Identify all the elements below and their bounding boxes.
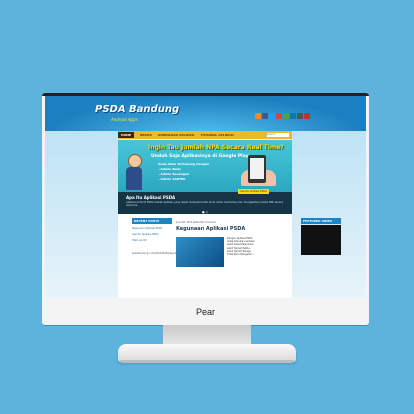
banner-line: ~Admin Balai: [158, 167, 181, 171]
monitor-chin: Pear: [42, 298, 369, 325]
sidebar-link[interactable]: Apa Itu Aplikasi PSDA: [132, 233, 172, 236]
sidebar-link[interactable]: Hello world!: [132, 239, 172, 242]
post-thumbnail[interactable]: [176, 237, 224, 267]
sidebar-link[interactable]: Keguanan Aplikasi PSDA: [132, 227, 172, 230]
banner-line: Anda Akan Terhubung Dengan: [158, 162, 210, 166]
sidebar-right: FEATURED VIDEO: [301, 218, 341, 255]
monitor-stand-edge: [120, 360, 294, 363]
blog-post: June 9th, 2016 Default No Comment Keguna…: [176, 221, 256, 267]
banner-button[interactable]: Apa Itu Aplikasi PSDA: [238, 189, 269, 194]
twitter-icon[interactable]: [269, 113, 275, 119]
sidebar-header: FEATURED VIDEO: [301, 218, 341, 224]
mail-icon[interactable]: [304, 113, 310, 119]
social-icons: [255, 113, 310, 119]
banner-title: Ingin Tau Jumlah NPA Secara Real Time?: [148, 144, 284, 151]
banner-line: ~Admin Keuangan: [158, 172, 190, 176]
rss-icon[interactable]: [255, 113, 261, 119]
cartoon-person-image: [124, 154, 144, 190]
monitor: PSDA Bandung Android Apps HOME BERITA DO…: [42, 93, 369, 325]
post-meta: June 9th, 2016 Default No Comment: [176, 221, 216, 224]
site-header: PSDA Bandung Android Apps: [45, 96, 366, 131]
post-title[interactable]: Kegunaan Aplikasi PSDA: [176, 226, 256, 232]
nav-download[interactable]: DOWNLOAD APLIKASI: [158, 133, 194, 137]
facebook-icon[interactable]: [262, 113, 268, 119]
site-logo-subtitle: Android Apps: [111, 117, 138, 122]
search-input[interactable]: Search: [267, 133, 289, 137]
banner-caption-text: Aplikasi Android PSDA adalah aplikasi ya…: [126, 201, 283, 207]
youtube-icon[interactable]: [297, 113, 303, 119]
sidebar-left: RECENT POSTS Keguanan Aplikasi PSDA Apa …: [132, 218, 172, 242]
linkedin-icon[interactable]: [290, 113, 296, 119]
monitor-brand-label: Pear: [195, 307, 215, 317]
banner-caption-title[interactable]: Apa Itu Aplikasi PSDA: [126, 195, 175, 200]
share-icon[interactable]: [283, 113, 289, 119]
sidebar-header: RECENT POSTS: [132, 218, 172, 224]
post-excerpt: Dengan Aplikasi PSDA maka kita akan sema…: [227, 237, 256, 257]
monitor-screen: PSDA Bandung Android Apps HOME BERITA DO…: [45, 96, 366, 298]
featured-video[interactable]: [301, 225, 341, 255]
phone-screen-image: [250, 158, 264, 179]
google-plus-icon[interactable]: [276, 113, 282, 119]
site-logo[interactable]: PSDA Bandung: [95, 104, 179, 115]
nav-tutorial[interactable]: TUTORIAL APLIKASI: [200, 133, 233, 137]
background-right: [292, 131, 366, 298]
main-nav: HOME BERITA DOWNLOAD APLIKASI TUTORIAL A…: [118, 131, 292, 139]
background-left: [45, 131, 118, 298]
hero-banner[interactable]: Ingin Tau Jumlah NPA Secara Real Time? U…: [118, 140, 292, 214]
banner-subtitle: Unduh Saja Aplikasinya di Google Play: [151, 154, 249, 159]
nav-berita[interactable]: BERITA: [140, 133, 152, 137]
banner-line: ~Admin SARTEK: [158, 177, 186, 181]
nav-home[interactable]: HOME: [118, 132, 135, 138]
